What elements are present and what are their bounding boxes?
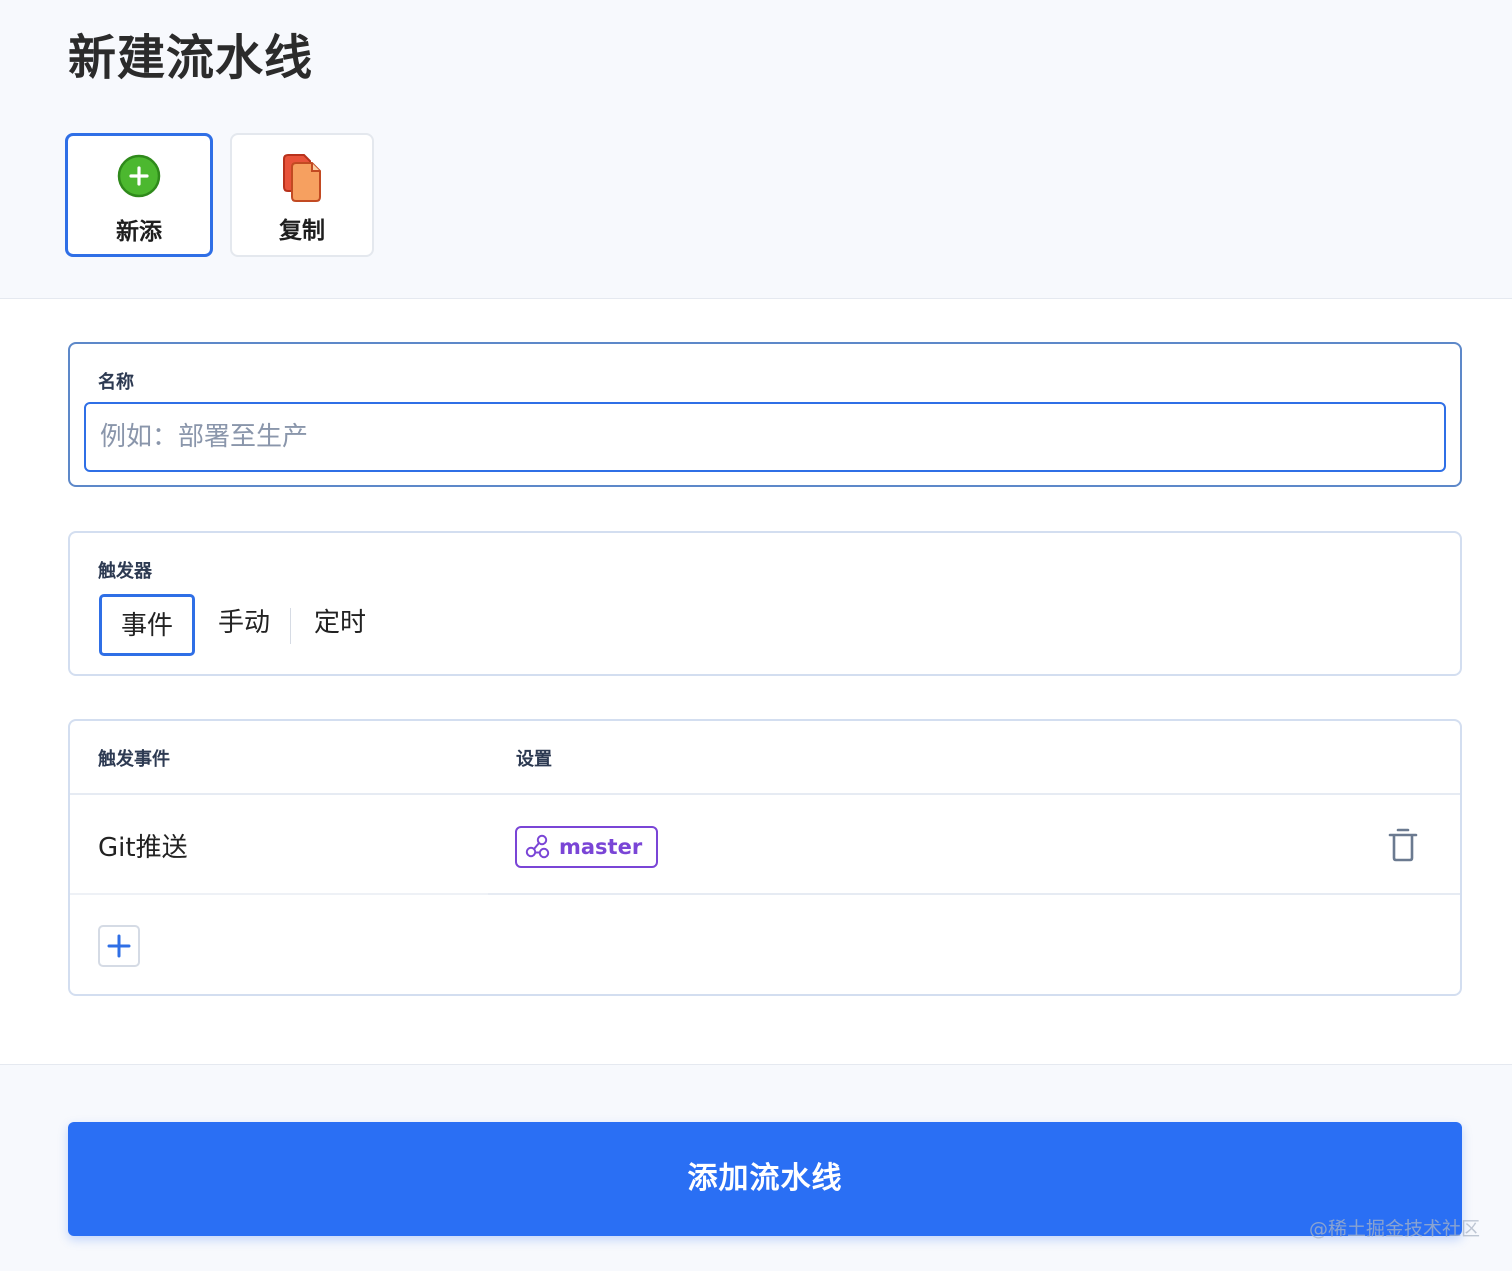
header: 新建流水线 新添 复制	[0, 0, 1512, 299]
trigger-events-card: 触发事件 设置 Git推送 master	[68, 719, 1462, 996]
add-event-button[interactable]	[98, 925, 140, 967]
page-title: 新建流水线	[68, 30, 314, 86]
plus-icon	[107, 934, 131, 958]
trigger-option-event[interactable]: 事件	[99, 594, 195, 656]
row-divider-left	[70, 893, 488, 895]
git-branch-icon	[525, 834, 550, 859]
new-mode-label: 新添	[116, 219, 162, 245]
name-card: 名称	[68, 342, 1462, 487]
watermark: @稀土掘金技术社区	[1308, 1218, 1480, 1240]
new-mode-button[interactable]: 新添	[65, 133, 213, 257]
plus-circle-icon	[117, 154, 161, 202]
trigger-card: 触发器 事件 手动 定时	[68, 531, 1462, 676]
trigger-option-scheduled[interactable]: 定时	[300, 594, 380, 656]
row-divider-right	[488, 893, 1460, 895]
event-name: Git推送	[98, 833, 188, 863]
add-pipeline-button[interactable]: 添加流水线	[68, 1122, 1462, 1236]
column-header-event: 触发事件	[98, 749, 170, 770]
trigger-label: 触发器	[98, 561, 152, 582]
segment-divider	[290, 608, 291, 644]
branch-chip[interactable]: master	[515, 826, 659, 868]
column-header-settings: 设置	[516, 749, 552, 770]
header-divider	[70, 793, 1460, 795]
name-label: 名称	[98, 372, 134, 393]
name-input[interactable]	[84, 402, 1446, 472]
copy-mode-label: 复制	[279, 218, 325, 244]
trash-icon[interactable]	[1388, 827, 1418, 867]
branch-name: master	[559, 835, 643, 859]
copy-mode-button[interactable]: 复制	[230, 133, 374, 257]
trigger-option-manual[interactable]: 手动	[204, 594, 284, 656]
copy-document-icon	[280, 153, 324, 207]
